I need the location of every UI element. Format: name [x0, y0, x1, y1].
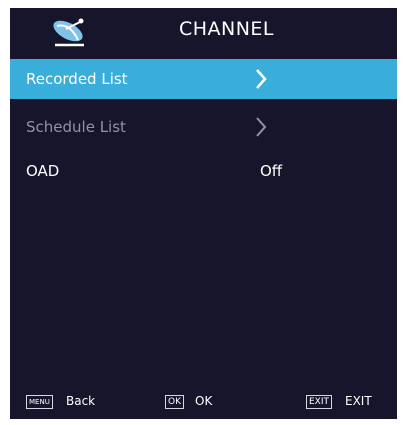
menu-key-icon: MENU — [26, 395, 53, 409]
menu-item-label: OAD — [26, 162, 60, 180]
menu-item-label: Schedule List — [26, 118, 126, 136]
menu-item-label: Recorded List — [26, 70, 128, 88]
back-hint-label: Back — [66, 394, 96, 408]
channel-menu-screen: CHANNEL Recorded List Schedule List OAD … — [10, 8, 397, 419]
exit-key-icon: EXIT — [306, 395, 333, 409]
footer-hints: MENU Back OK OK EXIT EXIT — [10, 392, 397, 414]
chevron-right-icon — [256, 117, 267, 137]
menu-header: CHANNEL — [10, 8, 397, 54]
page-title: CHANNEL — [178, 18, 275, 40]
menu-item-schedule-list[interactable]: Schedule List — [10, 107, 397, 147]
oad-value: Off — [260, 162, 283, 180]
exit-hint-label: EXIT — [345, 394, 372, 408]
ok-key-icon: OK — [165, 395, 184, 409]
menu-item-oad[interactable]: OAD Off — [10, 151, 397, 191]
chevron-right-icon — [256, 69, 267, 89]
ok-hint-label: OK — [195, 394, 213, 408]
menu-item-recorded-list[interactable]: Recorded List — [10, 59, 397, 99]
